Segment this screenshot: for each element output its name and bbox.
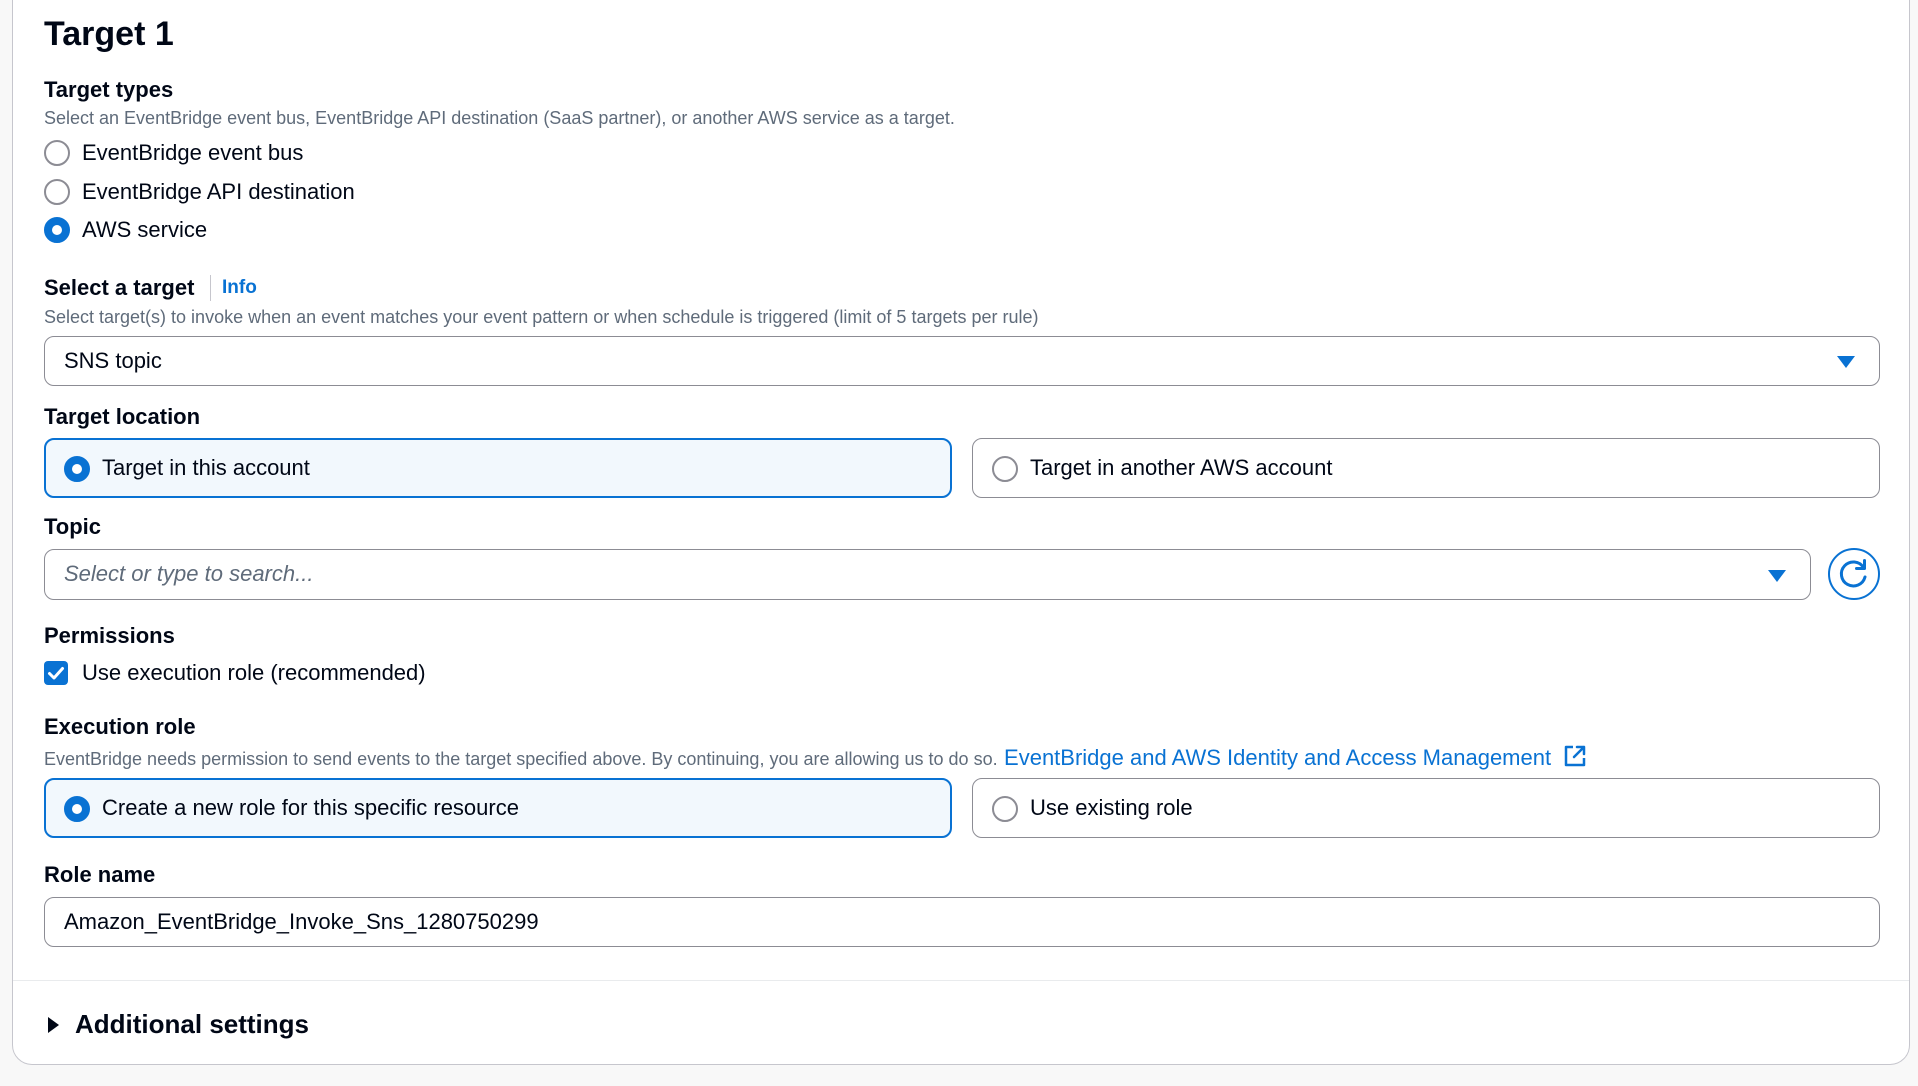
radio-circle[interactable] [992, 456, 1018, 482]
info-separator [210, 275, 211, 301]
topic-label: Topic [44, 514, 102, 539]
tile-label: Create a new role for this specific reso… [102, 795, 519, 820]
target-select-value: SNS topic [64, 348, 162, 373]
iam-docs-link-text[interactable]: EventBridge and AWS Identity and Access … [1004, 745, 1551, 770]
execution-role-label: Execution role [44, 714, 196, 739]
external-link-icon[interactable] [1563, 744, 1587, 768]
refresh-icon [1839, 559, 1867, 588]
target-location-label: Target location [44, 404, 201, 429]
additional-settings-expander[interactable]: Additional settings [44, 1008, 344, 1044]
execution-role-description: EventBridge needs permission to send eve… [44, 749, 998, 769]
section-title: Target 1 [44, 15, 174, 53]
info-link[interactable]: Info [222, 277, 257, 299]
tile-label: Target in another AWS account [1030, 455, 1333, 480]
radio-circle[interactable] [44, 140, 70, 166]
role-name-value[interactable]: Amazon_EventBridge_Invoke_Sns_1280750299 [64, 909, 539, 935]
radio-circle[interactable] [44, 179, 70, 205]
target-types-label: Target types [44, 77, 174, 102]
radio-circle-checked[interactable] [44, 217, 70, 243]
execution-role-description-row: EventBridge needs permission to send eve… [44, 744, 1587, 771]
permissions-label: Permissions [44, 623, 175, 648]
radio-label: EventBridge event bus [82, 140, 304, 165]
radio-circle-checked[interactable] [64, 796, 90, 822]
target-types-description: Select an EventBridge event bus, EventBr… [44, 108, 955, 128]
checkbox-label: Use execution role (recommended) [82, 660, 426, 685]
topic-select[interactable]: Select or type to search... [44, 549, 1811, 600]
radio-label: EventBridge API destination [82, 179, 355, 204]
refresh-button[interactable] [1828, 548, 1880, 600]
radio-circle[interactable] [992, 796, 1018, 822]
topic-select-placeholder: Select or type to search... [64, 561, 314, 586]
radio-aws-service[interactable]: AWS service [44, 216, 244, 246]
caret-down-icon [1837, 356, 1855, 368]
target-select[interactable]: SNS topic [44, 336, 1880, 386]
role-name-input[interactable]: Amazon_EventBridge_Invoke_Sns_1280750299 [44, 897, 1880, 947]
section-divider [13, 980, 1909, 981]
radio-eventbridge-event-bus[interactable]: EventBridge event bus [44, 139, 364, 169]
select-target-description: Select target(s) to invoke when an event… [44, 307, 1039, 327]
tile-create-new-role[interactable]: Create a new role for this specific reso… [44, 778, 952, 838]
iam-docs-link[interactable]: EventBridge and AWS Identity and Access … [1004, 745, 1587, 770]
select-target-label: Select a target [44, 275, 195, 300]
additional-settings-label: Additional settings [75, 1009, 309, 1039]
tile-label: Target in this account [102, 455, 310, 480]
radio-circle-checked[interactable] [64, 456, 90, 482]
radio-label: AWS service [82, 217, 208, 242]
checkmark-icon [48, 667, 64, 680]
caret-right-icon [48, 1017, 59, 1033]
tile-target-in-another-account[interactable]: Target in another AWS account [972, 438, 1880, 498]
tile-use-existing-role[interactable]: Use existing role [972, 778, 1880, 838]
tile-label: Use existing role [1030, 795, 1193, 820]
execution-role-checkbox[interactable] [44, 661, 68, 685]
radio-eventbridge-api-destination[interactable]: EventBridge API destination [44, 178, 404, 208]
role-name-label: Role name [44, 862, 156, 887]
caret-down-icon [1768, 570, 1786, 582]
tile-target-in-this-account[interactable]: Target in this account [44, 438, 952, 498]
